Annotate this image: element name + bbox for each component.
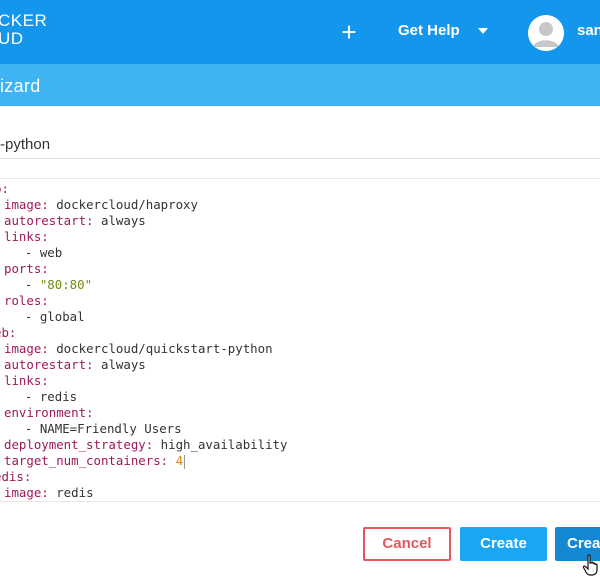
yaml-value: dockercloud/quickstart-python (48, 341, 273, 356)
chevron-down-icon[interactable] (478, 28, 488, 34)
yaml-key: ports: (4, 261, 49, 276)
yaml-value: redis (48, 485, 94, 500)
yaml-string: "80:80" (39, 277, 93, 292)
code-line: image: dockercloud/haproxy (4, 197, 198, 213)
code-line: - NAME=Friendly Users (10, 421, 182, 437)
code-line: environment: (4, 405, 94, 421)
page-title: izard (0, 76, 41, 96)
stack-name-field[interactable]: -python (0, 130, 600, 159)
code-line: edis: (0, 469, 31, 485)
code-line: target_num_containers: 4 (4, 453, 186, 469)
code-line: eb: (0, 325, 16, 341)
yaml-key: image: (4, 341, 49, 356)
code-line: image: redis (4, 485, 94, 501)
yaml-number: 4 (175, 453, 184, 468)
code-line: links: (4, 373, 49, 389)
yaml-value: - redis (10, 389, 78, 404)
yaml-key: p: (0, 181, 9, 196)
stackfile-editor[interactable]: p:image: dockercloud/haproxyautorestart:… (0, 178, 600, 502)
code-line: - global (10, 309, 85, 325)
cancel-button[interactable]: Cancel (363, 527, 451, 561)
yaml-value (168, 453, 175, 468)
yaml-key: environment: (4, 405, 94, 420)
create-button[interactable]: Create (460, 527, 547, 561)
top-navbar: CKER UD + Get Help san (0, 0, 600, 64)
username[interactable]: san (577, 22, 600, 39)
wizard-header (0, 64, 600, 106)
code-line: image: dockercloud/quickstart-python (4, 341, 273, 357)
stack-name-value: -python (0, 136, 51, 153)
code-line: ports: (4, 261, 49, 277)
code-line: p: (0, 181, 9, 197)
plus-icon[interactable]: + (336, 19, 362, 45)
yaml-value: high_availability (153, 437, 288, 452)
code-line: autorestart: always (4, 357, 146, 373)
yaml-key: edis: (0, 469, 32, 484)
code-line: - "80:80" (10, 277, 92, 293)
yaml-value: dockercloud/haproxy (48, 197, 198, 212)
yaml-key: links: (4, 373, 49, 388)
text-cursor (184, 454, 186, 469)
yaml-value: always (93, 357, 146, 372)
code-line: autorestart: always (4, 213, 146, 229)
yaml-key: autorestart: (4, 213, 94, 228)
yaml-key: roles: (4, 293, 49, 308)
hand-pointer-icon (582, 554, 598, 576)
yaml-value: always (93, 213, 146, 228)
yaml-value: - web (10, 245, 63, 260)
code-line: - web (10, 245, 62, 261)
code-line: roles: (4, 293, 49, 309)
yaml-key: links: (4, 229, 49, 244)
get-help-button[interactable]: Get Help (398, 22, 460, 39)
avatar[interactable] (528, 15, 564, 51)
code-line: deployment_strategy: high_availability (4, 437, 287, 453)
yaml-key: autorestart: (4, 357, 94, 372)
yaml-key: eb: (0, 325, 17, 340)
yaml-value: - global (10, 309, 85, 324)
code-line: - redis (10, 389, 77, 405)
yaml-key: image: (4, 197, 49, 212)
logo-line-1: CKER (0, 11, 48, 30)
user-avatar-icon (528, 15, 564, 51)
logo-line-2: UD (0, 29, 24, 48)
yaml-key: image: (4, 485, 49, 500)
yaml-key: target_num_containers: (4, 453, 169, 468)
docker-cloud-logo[interactable]: CKER UD (0, 12, 47, 48)
code-line: links: (4, 229, 49, 245)
yaml-value: - NAME=Friendly Users (10, 421, 182, 436)
yaml-value: - (10, 277, 40, 292)
yaml-key: deployment_strategy: (4, 437, 154, 452)
